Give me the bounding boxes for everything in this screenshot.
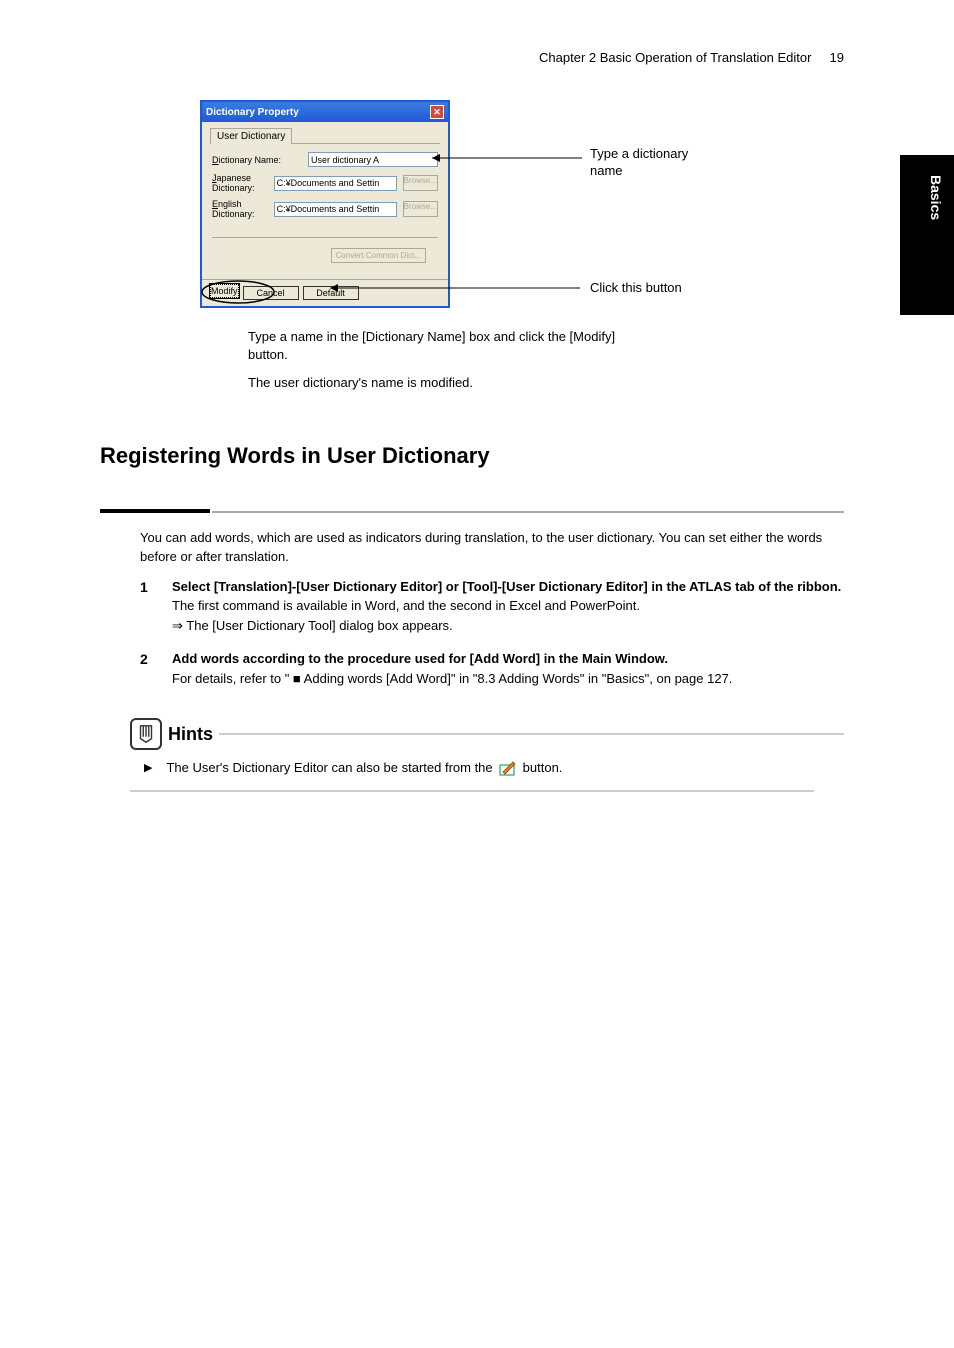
step-5-text: 5 The user dictionary's name is modified… [200, 374, 844, 392]
hints-end-divider [130, 790, 814, 792]
convert-common-dict-button: Convert Common Dict... [331, 248, 426, 263]
modify-circle-annotation [200, 280, 276, 304]
section-title: Registering Words in User Dictionary [100, 443, 844, 469]
step-1: 1 Select [Translation]-[User Dictionary … [140, 577, 844, 636]
section-divider [100, 509, 844, 513]
english-dict-label: English Dictionary: [212, 199, 268, 219]
page-number-header: Chapter 2 Basic Operation of Translation… [539, 50, 844, 65]
arrow-annotation-1 [432, 153, 587, 163]
hints-header: Hints [130, 718, 844, 750]
step-4-text: 4 Type a name in the [Dictionary Name] b… [200, 328, 844, 364]
pencil-icon [130, 718, 162, 750]
edit-icon [499, 760, 517, 776]
browse-button-en[interactable]: Browse... [403, 201, 438, 217]
step-2: 2 Add words according to the procedure u… [140, 649, 844, 688]
intro-paragraph: You can add words, which are used as ind… [140, 528, 844, 567]
hint-item: ▶ The User's Dictionary Editor can also … [144, 758, 844, 778]
japanese-dict-input[interactable] [274, 176, 397, 191]
dictionary-property-dialog: Dictionary Property ✕ User Dictionary Di… [200, 100, 450, 308]
callout-dictionary-name: Type a dictionary name [590, 146, 688, 180]
hints-label: Hints [168, 724, 213, 745]
browse-button-jp[interactable]: Browse... [403, 175, 438, 191]
callout-modify: Click this button [590, 280, 682, 295]
tab-user-dictionary[interactable]: User Dictionary [210, 128, 292, 144]
english-dict-input[interactable] [274, 202, 397, 217]
japanese-dict-label: Japanese Dictionary: [212, 173, 268, 193]
dialog-titlebar: Dictionary Property ✕ [202, 102, 448, 122]
arrow-annotation-2 [330, 283, 585, 293]
dictionary-name-label: Dictionary Name: [212, 155, 302, 165]
triangle-bullet-icon: ▶ [144, 760, 152, 777]
close-icon[interactable]: ✕ [430, 105, 444, 119]
dictionary-name-input[interactable] [308, 152, 438, 167]
dialog-title: Dictionary Property [206, 107, 299, 118]
